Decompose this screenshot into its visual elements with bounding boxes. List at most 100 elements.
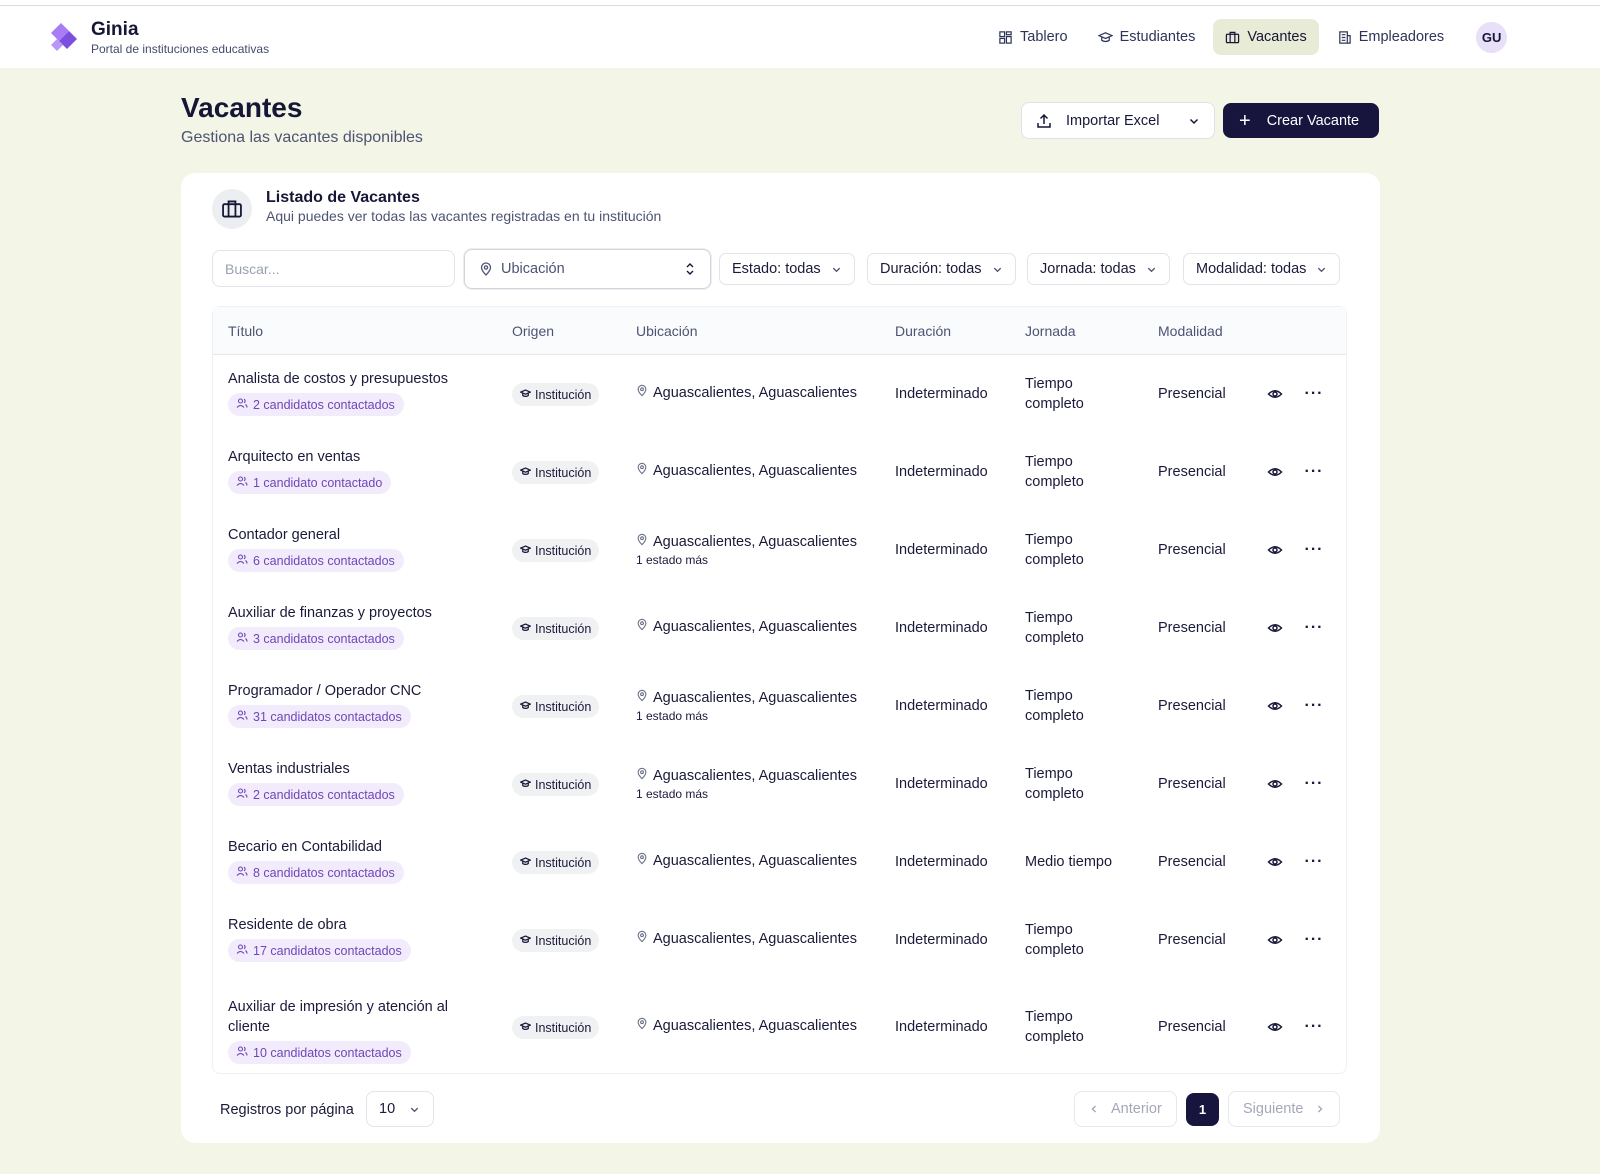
location-text: Aguascalientes, Aguascalientes — [653, 852, 857, 869]
table-row[interactable]: Ventas industriales 2 candidatos contacta… — [213, 745, 1346, 823]
previous-page-button[interactable]: Anterior — [1074, 1091, 1177, 1127]
candidates-badge[interactable]: 10 candidatos contactados — [228, 1041, 411, 1064]
location-text: Aguascalientes, Aguascalientes — [653, 689, 857, 706]
location-cell: Aguascalientes, Aguascalientes — [636, 930, 857, 947]
view-eye-icon[interactable] — [1266, 385, 1284, 403]
location-text: Aguascalientes, Aguascalientes — [653, 533, 857, 550]
candidates-count: 17 candidatos contactados — [253, 943, 402, 958]
vacancy-title[interactable]: Auxiliar de finanzas y proyectos — [228, 603, 468, 623]
create-vacancy-button[interactable]: + Crear Vacante — [1223, 103, 1379, 138]
graduation-cap-icon — [519, 622, 532, 636]
avatar[interactable]: GU — [1476, 21, 1508, 53]
candidates-count: 3 candidatos contactados — [253, 631, 395, 646]
duracion-filter[interactable]: Duración: todas — [867, 253, 1016, 285]
table-row[interactable]: Analista de costos y presupuestos 2 candi… — [213, 355, 1346, 433]
table-row[interactable]: Auxiliar de finanzas y proyectos 3 candid… — [213, 589, 1346, 667]
page-number-current[interactable]: 1 — [1186, 1093, 1219, 1126]
app-name: Ginia — [91, 19, 139, 40]
view-eye-icon[interactable] — [1266, 619, 1284, 637]
nav-item-vacantes[interactable]: Vacantes — [1213, 19, 1319, 55]
map-pin-icon — [636, 533, 648, 550]
vacancy-title[interactable]: Analista de costos y presupuestos — [228, 369, 468, 389]
candidates-badge[interactable]: 2 candidatos contactados — [228, 783, 404, 806]
origin-badge: Institución — [512, 773, 600, 796]
plus-icon: + — [1239, 109, 1251, 132]
more-options-icon[interactable]: ··· — [1305, 619, 1323, 637]
view-eye-icon[interactable] — [1266, 541, 1284, 559]
candidates-badge[interactable]: 1 candidato contactado — [228, 471, 392, 494]
vacancy-title[interactable]: Arquitecto en ventas — [228, 447, 468, 467]
candidates-badge[interactable]: 17 candidatos contactados — [228, 939, 411, 962]
location-text: Aguascalientes, Aguascalientes — [653, 462, 857, 479]
more-options-icon[interactable]: ··· — [1305, 775, 1323, 793]
more-options-icon[interactable]: ··· — [1305, 385, 1323, 403]
vacancy-title[interactable]: Programador / Operador CNC — [228, 681, 468, 701]
map-pin-icon — [636, 384, 648, 401]
candidates-badge[interactable]: 6 candidatos contactados — [228, 549, 404, 572]
brand[interactable]: Ginia Portal de instituciones educativas — [47, 20, 269, 56]
header-jornada[interactable]: Jornada — [1025, 323, 1076, 339]
header-modalidad[interactable]: Modalidad — [1158, 323, 1223, 339]
table-row[interactable]: Contador general 6 candidatos contactados… — [213, 511, 1346, 589]
header-titulo[interactable]: Título — [228, 323, 263, 339]
origin-label: Institución — [535, 777, 592, 792]
table-row[interactable]: Programador / Operador CNC 31 candidatos … — [213, 667, 1346, 745]
schedule-cell: Tiempo completo — [1025, 376, 1084, 412]
map-pin-icon — [636, 462, 648, 479]
header-duracion[interactable]: Duración — [895, 323, 951, 339]
candidates-badge[interactable]: 31 candidatos contactados — [228, 705, 411, 728]
view-eye-icon[interactable] — [1266, 853, 1284, 871]
location-cell: Aguascalientes, Aguascalientes — [636, 1017, 857, 1034]
card-subtitle: Aqui puedes ver todas las vacantes regis… — [266, 208, 662, 224]
view-eye-icon[interactable] — [1266, 931, 1284, 949]
header-ubicacion[interactable]: Ubicación — [636, 323, 697, 339]
view-eye-icon[interactable] — [1266, 463, 1284, 481]
candidates-badge[interactable]: 2 candidatos contactados — [228, 393, 404, 416]
view-eye-icon[interactable] — [1266, 775, 1284, 793]
per-page-select[interactable]: 10 — [366, 1091, 434, 1127]
vacancy-title[interactable]: Ventas industriales — [228, 759, 468, 779]
vacancy-title[interactable]: Residente de obra — [228, 915, 468, 935]
location-select[interactable]: Ubicación — [464, 249, 711, 289]
nav-item-tablero[interactable]: Tablero — [986, 19, 1080, 55]
view-eye-icon[interactable] — [1266, 1018, 1284, 1036]
nav-item-empleadores[interactable]: Empleadores — [1325, 19, 1456, 55]
nav-item-estudiantes[interactable]: Estudiantes — [1086, 19, 1208, 55]
next-page-button[interactable]: Siguiente — [1228, 1091, 1341, 1127]
location-text: Aguascalientes, Aguascalientes — [653, 767, 857, 784]
location-text: Aguascalientes, Aguascalientes — [653, 384, 857, 401]
table-row[interactable]: Auxiliar de impresión y atención al clie… — [213, 979, 1346, 1075]
candidates-badge[interactable]: 8 candidatos contactados — [228, 861, 404, 884]
vacancy-title[interactable]: Auxiliar de impresión y atención al clie… — [228, 997, 468, 1037]
table-row[interactable]: Becario en Contabilidad 8 candidatos cont… — [213, 823, 1346, 901]
more-options-icon[interactable]: ··· — [1305, 853, 1323, 871]
import-excel-button[interactable]: Importar Excel — [1021, 102, 1215, 139]
chevron-up-down-icon — [686, 263, 694, 275]
more-options-icon[interactable]: ··· — [1305, 541, 1323, 559]
vacancy-title[interactable]: Contador general — [228, 525, 468, 545]
search-input[interactable] — [212, 250, 455, 287]
estado-filter-label: Estado: todas — [732, 261, 821, 277]
table-row[interactable]: Residente de obra 17 candidatos contactad… — [213, 901, 1346, 979]
more-options-icon[interactable]: ··· — [1305, 463, 1323, 481]
view-eye-icon[interactable] — [1266, 697, 1284, 715]
origin-badge: Institución — [512, 383, 600, 406]
chevron-down-icon — [832, 267, 840, 272]
nav-label: Empleadores — [1358, 29, 1445, 45]
more-options-icon[interactable]: ··· — [1305, 697, 1323, 715]
candidates-count: 31 candidatos contactados — [253, 709, 402, 724]
briefcase-icon — [212, 189, 252, 229]
jornada-filter[interactable]: Jornada: todas — [1027, 253, 1170, 285]
candidates-count: 10 candidatos contactados — [253, 1045, 402, 1060]
more-options-icon[interactable]: ··· — [1305, 931, 1323, 949]
modalidad-filter[interactable]: Modalidad: todas — [1183, 253, 1341, 285]
candidates-badge[interactable]: 3 candidatos contactados — [228, 627, 404, 650]
nav-label: Estudiantes — [1119, 29, 1196, 45]
header-origen[interactable]: Origen — [512, 323, 554, 339]
more-options-icon[interactable]: ··· — [1305, 1018, 1323, 1036]
vacancy-title[interactable]: Becario en Contabilidad — [228, 837, 468, 857]
table-row[interactable]: Arquitecto en ventas 1 candidato contacta… — [213, 433, 1346, 511]
chevron-left-icon — [1091, 1105, 1096, 1113]
estado-filter[interactable]: Estado: todas — [719, 253, 855, 285]
candidates-count: 6 candidatos contactados — [253, 553, 395, 568]
